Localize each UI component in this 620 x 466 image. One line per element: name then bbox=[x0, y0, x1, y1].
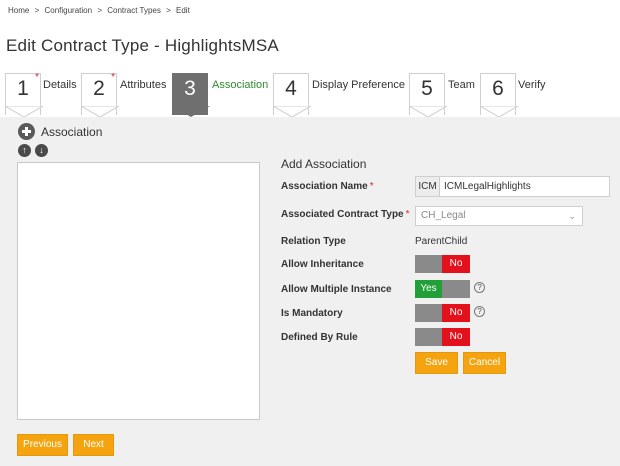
step-label: Verify bbox=[518, 79, 546, 91]
field-label: Relation Type bbox=[281, 236, 346, 247]
breadcrumb-separator: > bbox=[97, 6, 102, 15]
arrow-down-circle-icon[interactable]: ↓ bbox=[35, 144, 48, 157]
help-icon[interactable]: ? bbox=[474, 306, 485, 317]
field-label: Association Name * bbox=[281, 181, 374, 192]
breadcrumb-separator: > bbox=[34, 6, 40, 15]
header-area: Home > Configuration > Contract Types > … bbox=[0, 0, 620, 120]
toggle-state: Yes bbox=[415, 280, 442, 298]
associated-contract-type-select[interactable]: CH_Legal ⌄ bbox=[415, 206, 583, 226]
breadcrumb-separator: > bbox=[166, 6, 171, 15]
association-panel-title: Association bbox=[41, 124, 103, 139]
association-header: Association bbox=[18, 123, 102, 140]
plus-circle-icon[interactable] bbox=[18, 123, 35, 140]
is-mandatory-toggle[interactable]: No bbox=[415, 304, 470, 322]
breadcrumb: Home > Configuration > Contract Types > … bbox=[8, 6, 193, 15]
field-label: Is Mandatory bbox=[281, 308, 343, 319]
save-button[interactable]: Save bbox=[415, 352, 458, 374]
toggle-state: No bbox=[442, 255, 470, 273]
relation-type-value: ParentChild bbox=[415, 236, 468, 247]
step-number-box: 2 * bbox=[81, 72, 119, 118]
field-label: Allow Multiple Instance bbox=[281, 284, 392, 295]
chevron-down-icon: ⌄ bbox=[568, 211, 576, 221]
field-label: Allow Inheritance bbox=[281, 259, 364, 270]
step-number: 4 bbox=[285, 77, 297, 100]
form-title: Add Association bbox=[281, 157, 367, 171]
step-label: Association bbox=[212, 79, 269, 91]
field-label: Associated Contract Type * bbox=[281, 209, 410, 220]
arrow-up-circle-icon[interactable]: ↑ bbox=[18, 144, 31, 157]
association-list[interactable] bbox=[17, 162, 260, 420]
toggle-state: No bbox=[442, 304, 470, 322]
breadcrumb-home[interactable]: Home bbox=[8, 6, 29, 15]
reorder-controls: ↑ ↓ bbox=[18, 144, 52, 157]
breadcrumb-contract-types[interactable]: Contract Types bbox=[107, 6, 161, 15]
breadcrumb-configuration[interactable]: Configuration bbox=[44, 6, 92, 15]
next-button[interactable]: Next bbox=[73, 434, 114, 456]
step-label: Attributes bbox=[120, 79, 167, 91]
step-number-box: 5 bbox=[409, 73, 447, 118]
field-label: Defined By Rule bbox=[281, 332, 358, 343]
step-label: Display Preference bbox=[312, 79, 405, 91]
defined-by-rule-toggle[interactable]: No bbox=[415, 328, 470, 346]
step-number-box: 6 bbox=[480, 73, 518, 118]
input-prefix: ICM bbox=[416, 177, 440, 196]
association-name-input[interactable]: ICMLegalHighlights bbox=[440, 177, 531, 196]
previous-button[interactable]: Previous bbox=[17, 434, 68, 456]
step-number: 3 bbox=[184, 77, 196, 100]
step-number-box: 1 * bbox=[5, 72, 43, 118]
step-number: 6 bbox=[492, 77, 504, 100]
allow-inheritance-toggle[interactable]: No bbox=[415, 255, 470, 273]
cancel-button[interactable]: Cancel bbox=[463, 352, 506, 374]
required-asterisk: * bbox=[35, 72, 39, 83]
step-number-box: 3 bbox=[172, 73, 210, 117]
allow-multiple-instance-toggle[interactable]: Yes bbox=[415, 280, 470, 298]
toggle-state: No bbox=[442, 328, 470, 346]
add-association-form: Add Association Association Name * ICM IC… bbox=[281, 157, 611, 374]
help-icon[interactable]: ? bbox=[474, 282, 485, 293]
page-title: Edit Contract Type - HighlightsMSA bbox=[6, 36, 279, 55]
step-number-box: 4 bbox=[273, 73, 311, 118]
step-label: Details bbox=[43, 79, 77, 91]
breadcrumb-edit: Edit bbox=[176, 6, 190, 15]
step-label: Team bbox=[448, 79, 475, 91]
main-content: Association ↑ ↓ Add Association Associat… bbox=[0, 117, 620, 466]
step-number: 5 bbox=[421, 77, 433, 100]
required-asterisk: * bbox=[111, 72, 115, 83]
association-name-field[interactable]: ICM ICMLegalHighlights bbox=[415, 176, 610, 197]
wizard-steps: 1 * Details 2 * Attributes 3 Association bbox=[0, 72, 620, 118]
